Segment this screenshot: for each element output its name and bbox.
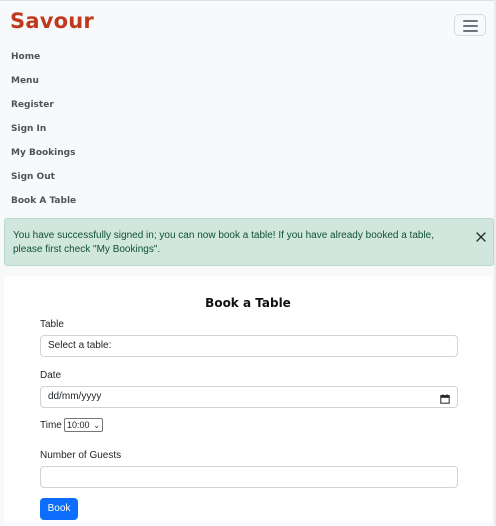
table-select-value: Select a table:	[48, 340, 112, 351]
close-icon[interactable]	[475, 230, 487, 242]
window-top-border	[0, 0, 496, 1]
booking-form-card: Book a Table Table Select a table: Date …	[4, 276, 492, 522]
success-alert: You have successfully signed in; you can…	[4, 218, 494, 266]
form-title: Book a Table	[205, 296, 291, 310]
book-button[interactable]: Book	[40, 498, 78, 520]
nav-link-my-bookings[interactable]: My Bookings	[11, 148, 75, 158]
guests-label: Number of Guests	[40, 450, 122, 461]
navbar-toggler-button[interactable]	[454, 14, 486, 36]
time-select[interactable]: 10:00 ⌄	[64, 418, 103, 432]
nav-link-home[interactable]: Home	[11, 52, 40, 62]
date-input[interactable]: dd/mm/yyyy	[40, 386, 458, 408]
guests-input[interactable]	[40, 466, 458, 488]
nav-link-book-a-table[interactable]: Book A Table	[11, 196, 76, 206]
nav-link-sign-out[interactable]: Sign Out	[11, 172, 55, 182]
chevron-down-icon: ⌄	[93, 421, 100, 430]
table-label: Table	[40, 319, 64, 330]
nav-link-sign-in[interactable]: Sign In	[11, 124, 46, 134]
alert-message: You have successfully signed in; you can…	[13, 230, 435, 255]
brand-logo[interactable]: Savour	[10, 9, 94, 33]
calendar-icon[interactable]	[440, 392, 450, 404]
table-select[interactable]: Select a table:	[40, 335, 458, 357]
nav-link-menu[interactable]: Menu	[11, 76, 39, 86]
date-input-placeholder: dd/mm/yyyy	[48, 391, 102, 402]
time-label: Time	[40, 420, 62, 431]
nav-link-register[interactable]: Register	[11, 100, 54, 110]
date-label: Date	[40, 370, 62, 381]
time-select-value: 10:00	[67, 420, 90, 430]
